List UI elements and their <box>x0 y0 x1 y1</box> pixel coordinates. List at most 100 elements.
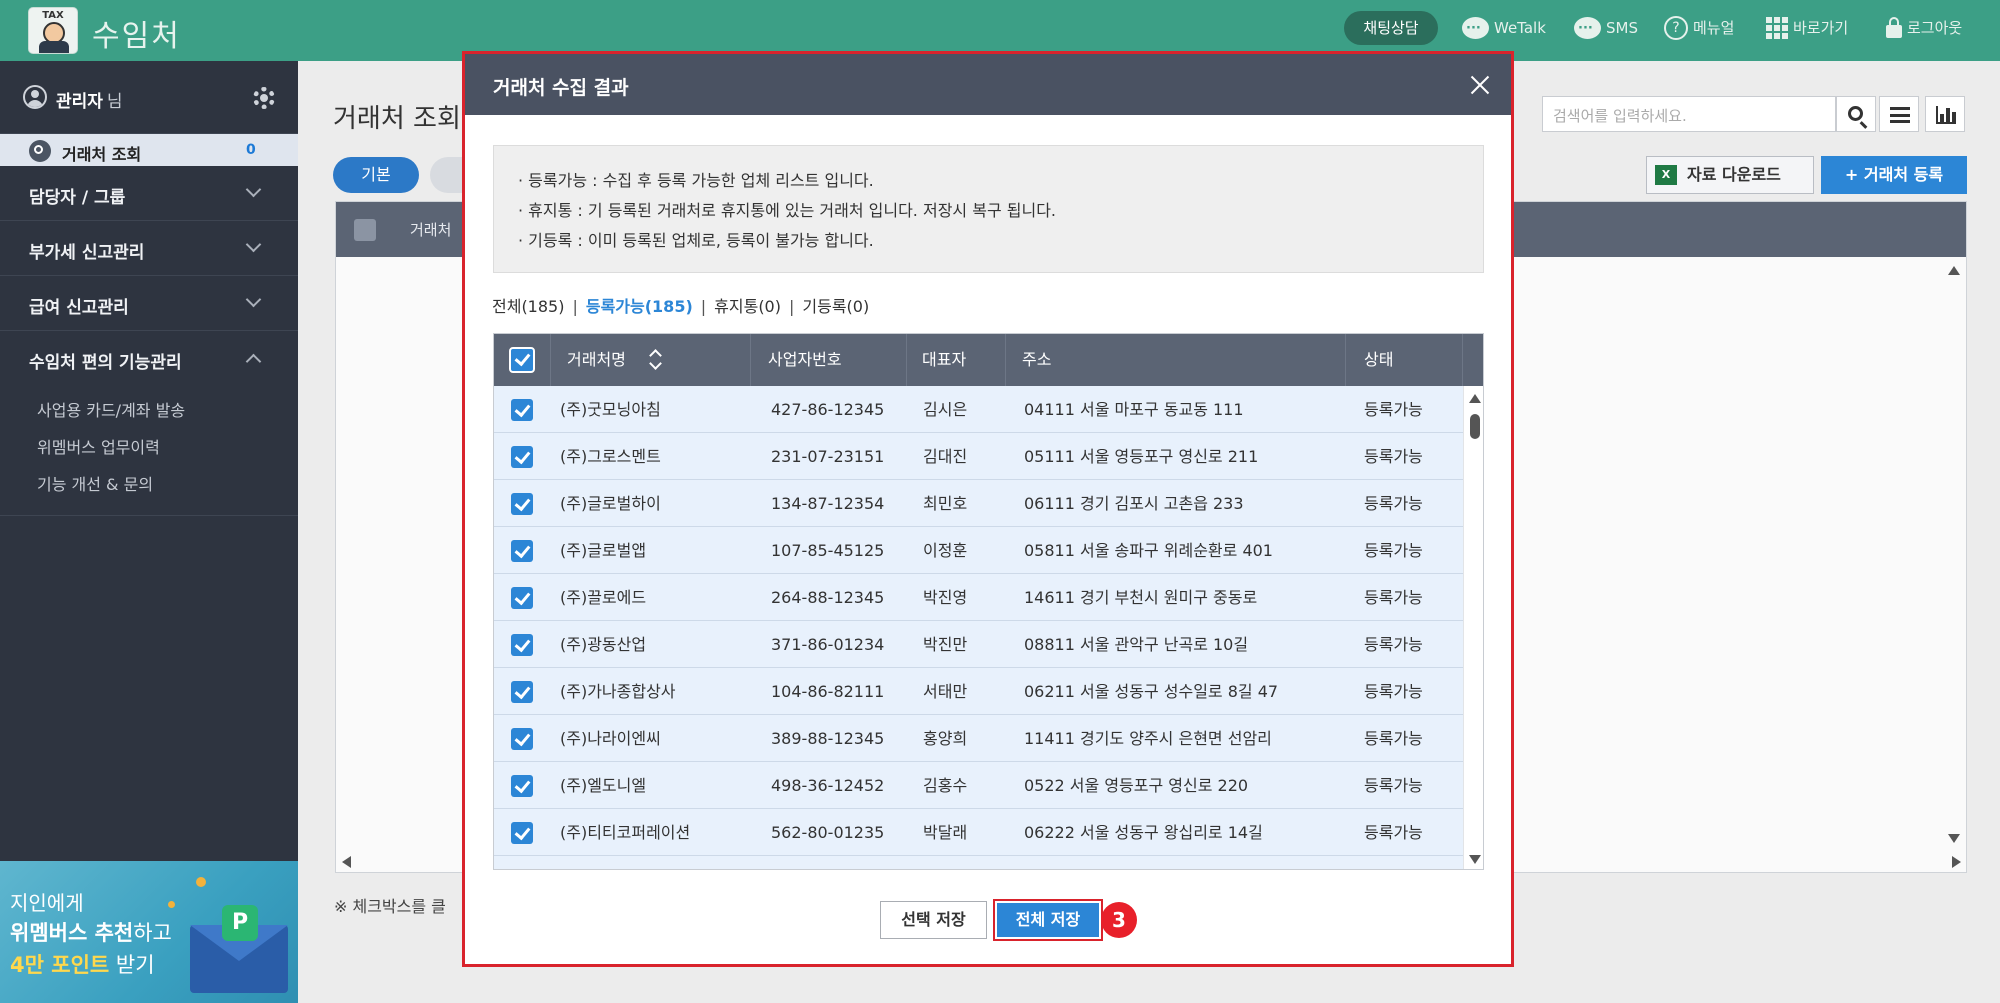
help-question-icon: ? <box>1664 16 1688 40</box>
search-icon <box>1848 106 1863 121</box>
row-checkbox[interactable] <box>511 446 533 468</box>
table-row[interactable] <box>494 856 1463 870</box>
cell-status: 등록가능 <box>1364 541 1423 560</box>
row-checkbox[interactable] <box>511 869 533 870</box>
filter-registered[interactable]: 기등록(0) <box>802 297 869 316</box>
shortcut-link[interactable]: 바로가기 <box>1766 14 1848 42</box>
wetalk-link[interactable]: WeTalk <box>1462 14 1546 43</box>
admin-profile-row: 관리자 님 <box>0 61 298 134</box>
list-view-button[interactable] <box>1879 96 1919 132</box>
sidebar-section-payroll[interactable]: 급여 신고관리 <box>0 276 298 331</box>
sidebar-divider <box>0 515 298 516</box>
modal-header: 거래처 수집 결과 <box>465 54 1511 115</box>
sidebar-subitem-card-account[interactable]: 사업용 카드/계좌 발송 <box>37 397 185 421</box>
row-checkbox[interactable] <box>511 681 533 703</box>
cell-ceo: 홍양희 <box>923 729 968 748</box>
excel-icon: X <box>1655 165 1677 185</box>
status-filter-tabs: 전체(185) | 등록가능(185) | 휴지통(0) | 기등록(0) <box>492 297 870 316</box>
add-client-button[interactable]: + 거래처 등록 <box>1821 156 1967 194</box>
cell-name: (주)그로스멘트 <box>560 447 661 466</box>
download-data-button[interactable]: X 자료 다운로드 <box>1646 156 1814 194</box>
lock-icon <box>1886 16 1902 38</box>
sidebar-section-vat[interactable]: 부가세 신고관리 <box>0 221 298 276</box>
column-header-name[interactable]: 거래처명 <box>567 334 626 386</box>
point-card-icon: P <box>222 905 258 941</box>
vertical-scrollbar[interactable] <box>1463 386 1483 869</box>
save-selected-button[interactable]: 선택 저장 <box>880 901 987 939</box>
cell-address: 08811 서울 관악구 난곡로 10길 <box>1024 635 1249 654</box>
info-line-available: · 등록가능 : 수집 후 등록 가능한 업체 리스트 입니다. <box>518 171 874 190</box>
scroll-right-arrow-icon[interactable] <box>1952 856 1961 868</box>
sidebar-section-convenience[interactable]: 수임처 편의 기능관리 <box>0 331 298 386</box>
banner-line3: 4만 포인트 받기 <box>10 953 155 977</box>
row-checkbox[interactable] <box>511 634 533 656</box>
referral-banner[interactable]: 지인에게 위멤버스 추천하고 4만 포인트 받기 P <box>0 861 298 1003</box>
table-row[interactable]: (주)티티코퍼레이션 562-80-01235 박달래 06222 서울 성동구 왕십… <box>494 809 1463 856</box>
scroll-left-arrow-icon[interactable] <box>342 856 351 868</box>
sidebar-subitem-work-history[interactable]: 위멤버스 업무이력 <box>37 434 160 458</box>
save-all-button[interactable]: 전체 저장 <box>997 903 1099 937</box>
bar-chart-icon <box>1936 106 1956 124</box>
filter-all[interactable]: 전체(185) <box>492 297 564 316</box>
manual-label: 메뉴얼 <box>1693 19 1735 37</box>
table-row[interactable]: (주)끌로에드 264-88-12345 박진영 14611 경기 부천시 원미구 중… <box>494 574 1463 621</box>
chart-view-button[interactable] <box>1925 96 1965 132</box>
sms-link[interactable]: SMS <box>1574 14 1638 43</box>
sms-bubble-icon <box>1574 15 1601 43</box>
app-logo-icon[interactable]: TAX <box>28 7 78 54</box>
row-checkbox[interactable] <box>511 728 533 750</box>
table-row[interactable]: (주)나라이엔씨 389-88-12345 홍양희 11411 경기도 양주시 은현면… <box>494 715 1463 762</box>
sort-icon[interactable] <box>650 351 662 369</box>
table-row[interactable]: (주)굿모닝아침 427-86-12345 김시은 04111 서울 마포구 동교동 … <box>494 386 1463 433</box>
gear-icon[interactable] <box>253 87 275 109</box>
column-header-biz-no: 사업자번호 <box>768 350 842 369</box>
scroll-down-arrow-icon[interactable] <box>1469 855 1481 864</box>
scroll-up-arrow-icon[interactable] <box>1948 266 1960 275</box>
row-checkbox[interactable] <box>511 822 533 844</box>
sidebar-item-client-search[interactable]: 거래처 조회 0 <box>0 134 298 166</box>
sidebar-item-count: 0 <box>246 142 256 158</box>
table-row[interactable]: (주)광동산업 371-86-01234 박진만 08811 서울 관악구 난곡로 1… <box>494 621 1463 668</box>
scroll-up-arrow-icon[interactable] <box>1469 394 1481 403</box>
row-checkbox[interactable] <box>511 399 533 421</box>
sidebar-subitem-feedback[interactable]: 기능 개선 & 문의 <box>37 471 153 495</box>
logout-link[interactable]: 로그아웃 <box>1886 14 1962 42</box>
select-all-checkbox[interactable] <box>509 347 535 373</box>
sidebar-item-label: 거래처 조회 <box>62 145 142 164</box>
table-row[interactable]: (주)엘도니엘 498-36-12452 김홍수 0522 서울 영등포구 영신로 2… <box>494 762 1463 809</box>
result-table-header: 거래처명 사업자번호 대표자 주소 상태 <box>494 334 1483 386</box>
row-checkbox[interactable] <box>511 775 533 797</box>
scroll-thumb[interactable] <box>1470 414 1480 439</box>
manual-link[interactable]: ? 메뉴얼 <box>1664 14 1734 42</box>
row-checkbox[interactable] <box>511 493 533 515</box>
table-row[interactable]: (주)글로벌하이 134-87-12354 최민호 06111 경기 김포시 고촌읍 … <box>494 480 1463 527</box>
cell-ceo: 박진영 <box>923 588 968 607</box>
tab-basic[interactable]: 기본 <box>333 157 419 193</box>
section-label: 부가세 신고관리 <box>29 243 145 263</box>
filter-trash[interactable]: 휴지통(0) <box>714 297 781 316</box>
close-icon[interactable] <box>1466 71 1494 99</box>
search-button[interactable] <box>1836 96 1876 132</box>
info-box: · 등록가능 : 수집 후 등록 가능한 업체 리스트 입니다. · 휴지통 :… <box>493 145 1484 273</box>
table-row[interactable]: (주)글로벌앱 107-85-45125 이정훈 05811 서울 송파구 위례순환로… <box>494 527 1463 574</box>
sidebar-section-manager-group[interactable]: 담당자 / 그룹 <box>0 166 298 221</box>
chat-consult-button[interactable]: 채팅상담 <box>1344 11 1438 45</box>
cell-status: 등록가능 <box>1364 682 1423 701</box>
info-line-trash: · 휴지통 : 기 등록된 거래처로 휴지통에 있는 거래처 입니다. 저장시 … <box>518 201 1057 220</box>
row-checkbox[interactable] <box>511 540 533 562</box>
cell-address: 06211 서울 성동구 성수일로 8길 47 <box>1024 682 1279 701</box>
scroll-down-arrow-icon[interactable] <box>1948 834 1960 843</box>
row-checkbox[interactable] <box>511 587 533 609</box>
table-row[interactable]: (주)그로스멘트 231-07-23151 김대진 05111 서울 영등포구 영신로… <box>494 433 1463 480</box>
cell-status: 등록가능 <box>1364 400 1423 419</box>
table-row[interactable]: (주)가나종합상사 104-86-82111 서태만 06211 서울 성동구 성수일… <box>494 668 1463 715</box>
cell-address: 04111 서울 마포구 동교동 111 <box>1024 400 1244 419</box>
select-all-checkbox[interactable] <box>354 219 376 241</box>
filter-available[interactable]: 등록가능(185) <box>586 297 693 316</box>
cell-name: (주)광동산업 <box>560 635 647 654</box>
chevron-down-icon <box>245 181 262 198</box>
search-input[interactable]: 검색어를 입력하세요. <box>1542 96 1836 132</box>
cell-biz-no: 562-80-01235 <box>771 823 885 842</box>
banner-line2: 위멤버스 추천하고 <box>10 921 172 945</box>
cell-status: 등록가능 <box>1364 635 1423 654</box>
